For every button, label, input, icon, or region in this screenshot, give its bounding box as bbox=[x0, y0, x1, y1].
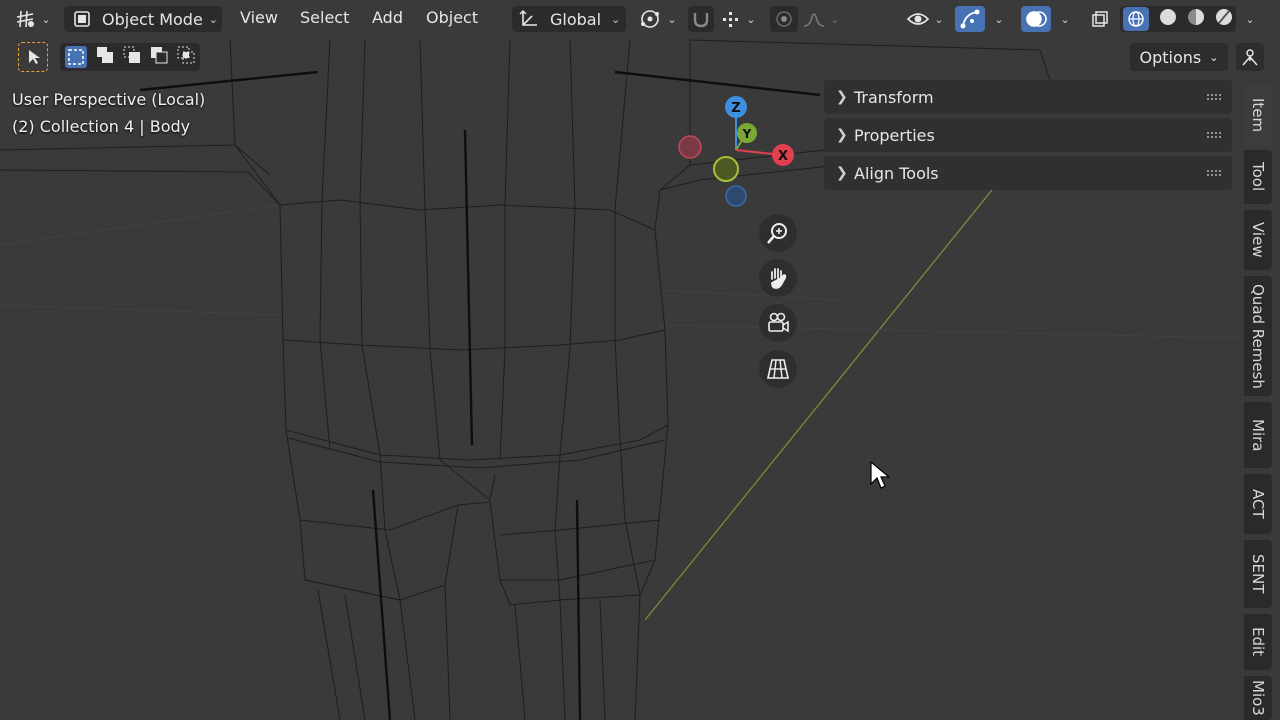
collection-label: (2) Collection 4 | Body bbox=[12, 117, 191, 136]
panel-label: Align Tools bbox=[854, 163, 939, 183]
shading-dropdown[interactable]: ⌄ bbox=[1238, 6, 1258, 32]
orientation-label: Global bbox=[550, 9, 602, 29]
pivot-point-button[interactable]: ⌄ bbox=[636, 6, 680, 32]
editor-type-icon bbox=[17, 10, 35, 28]
falloff-button[interactable]: ⌄ bbox=[800, 6, 842, 32]
snap-increment-icon bbox=[723, 12, 739, 27]
menu-view[interactable]: View bbox=[240, 8, 278, 27]
cursor-arrow-icon bbox=[29, 50, 40, 64]
selection-mode-group bbox=[60, 43, 200, 71]
gizmo-z-label: Z bbox=[731, 101, 740, 116]
gizmo-toggle[interactable] bbox=[955, 6, 985, 32]
object-mode-icon bbox=[74, 11, 90, 27]
tab-view[interactable]: View bbox=[1244, 210, 1272, 270]
rendered-shading-icon[interactable] bbox=[1215, 8, 1233, 30]
panel-transform[interactable]: ❯ Transform bbox=[824, 80, 1232, 114]
panel-align-tools[interactable]: ❯ Align Tools bbox=[824, 156, 1232, 190]
shading-mode-group bbox=[1120, 6, 1236, 32]
menu-object[interactable]: Object bbox=[426, 8, 478, 27]
gizmo-icon bbox=[960, 9, 980, 29]
options-dropdown[interactable]: Options ⌄ bbox=[1130, 43, 1228, 71]
xray-icon bbox=[1092, 11, 1108, 27]
gizmo-neg-x bbox=[678, 135, 702, 159]
mode-selector[interactable]: Object Mode ⌄ bbox=[64, 6, 222, 32]
drag-grip-icon[interactable] bbox=[1206, 169, 1222, 177]
gizmo-neg-y bbox=[713, 156, 739, 182]
tab-sent[interactable]: SENT bbox=[1244, 540, 1272, 608]
zoom-icon[interactable] bbox=[759, 214, 797, 252]
gizmo-x-label: X bbox=[778, 149, 788, 164]
eye-icon bbox=[907, 13, 930, 25]
overlays-icon bbox=[1026, 11, 1047, 27]
orientation-axes-icon bbox=[519, 10, 537, 26]
view-perspective-label: User Perspective (Local) bbox=[12, 90, 206, 109]
overlays-toggle[interactable] bbox=[1021, 6, 1051, 32]
tab-mira[interactable]: Mira bbox=[1244, 402, 1272, 468]
material-shading-icon[interactable] bbox=[1187, 8, 1205, 30]
proportional-editing-icon bbox=[776, 11, 792, 27]
drag-grip-icon[interactable] bbox=[1206, 131, 1222, 139]
drag-grip-icon[interactable] bbox=[1206, 93, 1222, 101]
tab-mio3[interactable]: Mio3 bbox=[1244, 676, 1272, 720]
gizmo-dropdown[interactable]: ⌄ bbox=[986, 6, 1008, 32]
perspective-grid-icon[interactable] bbox=[759, 350, 797, 388]
mouse-cursor-icon bbox=[870, 460, 891, 489]
chevron-right-icon: ❯ bbox=[836, 165, 848, 181]
menu-select[interactable]: Select bbox=[300, 8, 349, 27]
select-subtract-icon[interactable] bbox=[123, 46, 141, 68]
editor-type-button[interactable]: ⌄ bbox=[12, 6, 54, 32]
visibility-button[interactable]: ⌄ bbox=[902, 6, 948, 32]
chevron-right-icon: ❯ bbox=[836, 127, 848, 143]
magnet-icon bbox=[693, 13, 709, 28]
tool-settings-button[interactable] bbox=[1236, 43, 1264, 71]
pivot-icon bbox=[641, 10, 660, 28]
tab-edit[interactable]: Edit bbox=[1244, 614, 1272, 670]
solid-shading-icon[interactable] bbox=[1159, 8, 1177, 30]
snap-target-button[interactable]: ⌄ bbox=[716, 6, 760, 32]
navigation-gizmo[interactable]: Z Y X bbox=[670, 92, 800, 212]
options-label: Options bbox=[1139, 47, 1202, 67]
gizmo-y-label: Y bbox=[742, 127, 752, 141]
select-intersect-icon[interactable] bbox=[177, 46, 195, 68]
select-tool-button[interactable] bbox=[18, 42, 48, 72]
gizmo-neg-z bbox=[725, 185, 747, 207]
panel-label: Transform bbox=[854, 87, 934, 107]
sidebar-tabs: Item Tool View Quad Remesh Mira ACT SENT… bbox=[1244, 78, 1272, 720]
tab-item[interactable]: Item bbox=[1244, 84, 1272, 146]
chevron-right-icon: ❯ bbox=[836, 89, 848, 105]
transform-orientation-dropdown[interactable]: Global ⌄ bbox=[512, 6, 626, 32]
mode-label: Object Mode bbox=[102, 9, 203, 29]
xray-toggle[interactable] bbox=[1086, 6, 1114, 32]
snap-toggle[interactable] bbox=[688, 6, 714, 32]
wireframe-shading-icon[interactable] bbox=[1123, 7, 1149, 31]
panel-properties[interactable]: ❯ Properties bbox=[824, 118, 1232, 152]
pan-hand-icon[interactable] bbox=[759, 259, 797, 297]
overlays-dropdown[interactable]: ⌄ bbox=[1052, 6, 1074, 32]
tab-tool[interactable]: Tool bbox=[1244, 150, 1272, 204]
camera-icon[interactable] bbox=[759, 304, 797, 342]
tab-act[interactable]: ACT bbox=[1244, 474, 1272, 534]
tab-quad-remesh[interactable]: Quad Remesh bbox=[1244, 276, 1272, 396]
falloff-curve-icon bbox=[804, 13, 825, 27]
menu-add[interactable]: Add bbox=[372, 8, 403, 27]
viewport-header: ⌄ Object Mode ⌄ View Select Add Object G… bbox=[0, 0, 1280, 40]
tool-settings-icon bbox=[1242, 49, 1258, 66]
panel-label: Properties bbox=[854, 125, 935, 145]
select-new-icon[interactable] bbox=[64, 46, 87, 68]
select-invert-icon[interactable] bbox=[150, 46, 168, 68]
proportional-editing-toggle[interactable] bbox=[770, 6, 798, 32]
y-axis-line bbox=[644, 179, 1001, 621]
select-extend-icon[interactable] bbox=[96, 46, 114, 68]
